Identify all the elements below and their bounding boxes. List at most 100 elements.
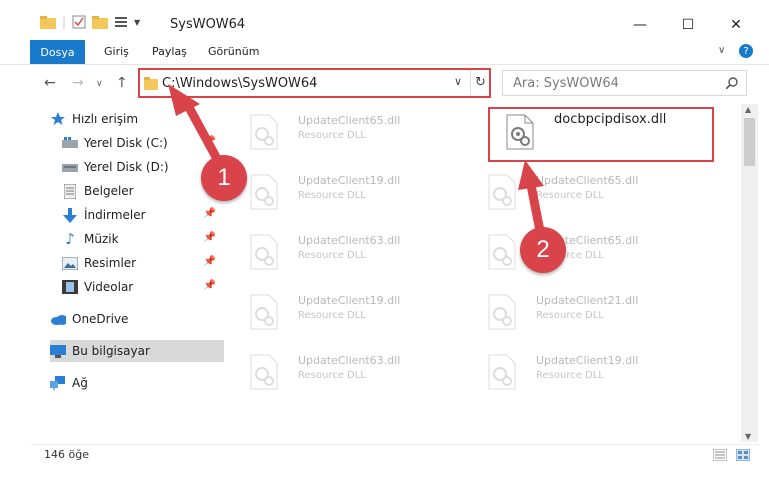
file-type: Resource DLL xyxy=(298,190,366,201)
sidebar-item-label: Hızlı erişim xyxy=(72,112,139,126)
scrollbar-thumb[interactable] xyxy=(744,118,755,166)
sidebar-item-quick-access[interactable]: Hızlı erişim xyxy=(50,108,244,130)
properties-icon[interactable] xyxy=(72,15,86,29)
file-name: UpdateClient63.dll xyxy=(298,234,401,247)
new-folder-icon[interactable] xyxy=(92,15,109,29)
tab-file[interactable]: Dosya xyxy=(30,40,85,64)
quick-access-toolbar: | ▼ xyxy=(40,15,140,29)
file-type: Resource DLL xyxy=(536,190,604,201)
dll-file-icon xyxy=(250,234,278,270)
refresh-icon[interactable]: ↻ xyxy=(475,75,486,90)
help-icon[interactable]: ? xyxy=(739,44,753,58)
sidebar-item-label: Ağ xyxy=(72,376,88,390)
address-path: C:\Windows\SysWOW64 xyxy=(162,76,318,91)
file-name: UpdateClient19.dll xyxy=(536,354,639,367)
computer-icon xyxy=(50,343,66,359)
file-item[interactable]: UpdateClient65.dll Resource DLL xyxy=(232,108,442,158)
recent-locations-icon[interactable]: ∨ xyxy=(96,79,103,89)
file-item[interactable]: UpdateClient65.dll Resource DLL xyxy=(470,168,680,218)
search-box[interactable]: Ara: SysWOW64 xyxy=(502,70,747,96)
file-type: Resource DLL xyxy=(298,310,366,321)
sidebar-item-label: Yerel Disk (D:) xyxy=(84,160,169,174)
sidebar-item-local-disk-c[interactable]: Yerel Disk (C:) 📌 xyxy=(62,132,224,154)
tab-share[interactable]: Paylaş xyxy=(152,45,187,58)
status-bar: 146 öğe xyxy=(30,444,760,465)
sidebar-item-network[interactable]: Ağ xyxy=(50,372,244,394)
file-type: Resource DLL xyxy=(536,370,604,381)
item-count: 146 öğe xyxy=(44,448,89,461)
file-item[interactable]: UpdateClient65.dll Resource DLL xyxy=(470,228,680,278)
forward-arrow-icon[interactable]: → xyxy=(72,75,84,91)
navigation-pane: Hızlı erişim Yerel Disk (C:) 📌 Yerel Dis… xyxy=(30,104,230,442)
file-name: UpdateClient63.dll xyxy=(298,354,401,367)
step-2-badge: 2 xyxy=(520,227,566,273)
tab-view[interactable]: Görünüm xyxy=(208,45,259,58)
maximize-button[interactable]: ☐ xyxy=(668,10,708,40)
file-item[interactable]: UpdateClient63.dll Resource DLL xyxy=(232,228,442,278)
file-item[interactable]: UpdateClient19.dll Resource DLL xyxy=(232,168,442,218)
details-view-icon[interactable] xyxy=(713,449,727,461)
dll-file-icon xyxy=(488,234,516,270)
pin-icon: 📌 xyxy=(203,232,216,243)
ribbon-expand-icon[interactable]: ∨ xyxy=(718,45,725,56)
sidebar-item-downloads[interactable]: İndirmeler 📌 xyxy=(62,204,224,226)
scroll-up-icon[interactable]: ▲ xyxy=(745,105,751,114)
file-item[interactable]: UpdateClient63.dll Resource DLL xyxy=(232,348,442,398)
folder-icon xyxy=(144,77,158,90)
close-button[interactable]: ✕ xyxy=(716,10,756,40)
step-1-badge: 1 xyxy=(201,155,247,201)
minimize-button[interactable]: — xyxy=(620,10,660,40)
sidebar-item-music[interactable]: ♪ Müzik 📌 xyxy=(62,228,224,250)
cloud-icon xyxy=(50,311,66,327)
sidebar-item-onedrive[interactable]: OneDrive xyxy=(50,308,244,330)
sidebar-item-label: Belgeler xyxy=(84,184,134,198)
window-title: SysWOW64 xyxy=(170,17,246,32)
scroll-down-icon[interactable]: ▼ xyxy=(745,432,751,441)
address-dropdown-icon[interactable]: ∨ xyxy=(454,75,462,88)
file-name: UpdateClient21.dll xyxy=(536,294,639,307)
search-placeholder: Ara: SysWOW64 xyxy=(513,76,619,91)
file-type: Resource DLL xyxy=(298,250,366,261)
address-bar[interactable]: C:\Windows\SysWOW64 ∨ ↻ xyxy=(138,68,491,98)
sidebar-item-pictures[interactable]: Resimler 📌 xyxy=(62,252,224,274)
sidebar-item-label: Videolar xyxy=(84,280,134,294)
sidebar-item-videos[interactable]: Videolar 📌 xyxy=(62,276,224,298)
pin-icon: 📌 xyxy=(203,208,216,219)
search-icon[interactable] xyxy=(726,77,738,89)
dll-file-icon xyxy=(250,174,278,210)
network-icon xyxy=(50,375,66,391)
file-type: Resource DLL xyxy=(298,370,366,381)
sidebar-item-label: Yerel Disk (C:) xyxy=(84,136,168,150)
download-icon xyxy=(62,207,78,223)
picture-icon xyxy=(62,255,78,271)
file-item[interactable]: UpdateClient19.dll Resource DLL xyxy=(232,288,442,338)
sidebar-item-documents[interactable]: Belgeler xyxy=(62,180,224,202)
tab-home[interactable]: Giriş xyxy=(104,45,129,58)
sidebar-item-local-disk-d[interactable]: Yerel Disk (D:) xyxy=(62,156,224,178)
video-icon xyxy=(62,279,78,295)
document-icon xyxy=(62,183,78,199)
up-arrow-icon[interactable]: ↑ xyxy=(116,75,128,91)
back-arrow-icon[interactable]: ← xyxy=(44,75,56,91)
toolbar-divider: | xyxy=(62,15,67,29)
file-type: Resource DLL xyxy=(298,130,366,141)
sidebar-item-this-pc[interactable]: Bu bilgisayar xyxy=(50,340,224,362)
file-name: UpdateClient19.dll xyxy=(298,174,401,187)
dll-file-icon xyxy=(488,174,516,210)
dll-file-icon xyxy=(250,114,278,150)
address-divider xyxy=(470,70,471,96)
file-highlight-box xyxy=(488,107,714,162)
tiles-view-icon[interactable] xyxy=(736,449,750,461)
pin-icon: 📌 xyxy=(203,280,216,291)
title-bar: | ▼ SysWOW64 — ☐ ✕ xyxy=(0,0,769,40)
file-item[interactable]: UpdateClient19.dll Resource DLL xyxy=(470,348,680,398)
dll-file-icon xyxy=(250,354,278,390)
vertical-scrollbar[interactable]: ▲ ▼ xyxy=(741,104,758,442)
file-item[interactable]: UpdateClient21.dll Resource DLL xyxy=(470,288,680,338)
file-name: UpdateClient65.dll xyxy=(298,114,401,127)
sidebar-item-label: OneDrive xyxy=(72,312,129,326)
customize-chevron-icon[interactable]: ▼ xyxy=(134,18,140,27)
view-options-icon[interactable] xyxy=(114,15,128,29)
dll-file-icon xyxy=(488,294,516,330)
star-icon xyxy=(50,111,66,127)
